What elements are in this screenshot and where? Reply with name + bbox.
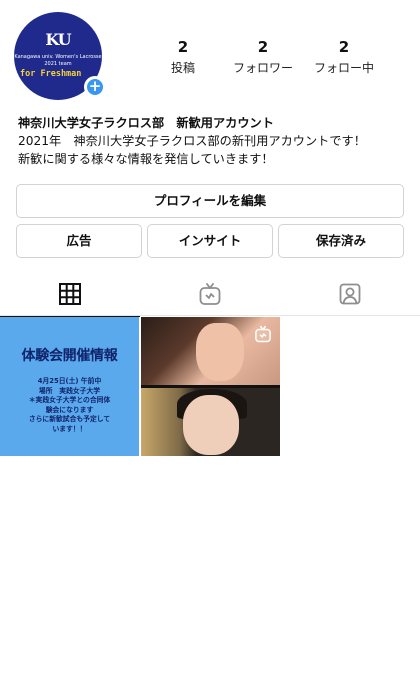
avatar-tagline: for Freshman (20, 69, 82, 79)
post-body-line: います！！ (52, 424, 87, 433)
post-title: 体験会開催情報 (21, 348, 118, 364)
tagged-icon (339, 283, 361, 305)
followers-count-value: 2 (257, 38, 269, 56)
bio-line-1: 2021年 神奈川大学女子ラクロス部の新刊用アカウントです！ (18, 134, 366, 148)
posts-count-label: 投稿 (170, 61, 195, 75)
posts-count-value: 2 (177, 38, 189, 56)
post-body: 4月25日(土) 午前中 場所 実践女子大学 ＊実践女子大学との合同体 験会にな… (0, 377, 139, 434)
bio-line-2: 新歓に関する様々な情報を発信していきます！ (18, 152, 274, 166)
followers-count[interactable]: 2 フォロワー (223, 38, 303, 76)
avatar-team-line: Kanagawa univ. Women's Lacrosse (14, 54, 102, 60)
saved-button[interactable]: 保存済み (278, 224, 404, 258)
edit-profile-button[interactable]: プロフィールを編集 (16, 184, 404, 218)
tab-tagged[interactable] (280, 272, 420, 316)
profile-tabs (0, 272, 420, 317)
ads-button[interactable]: 広告 (16, 224, 142, 258)
grid-icon (59, 283, 81, 305)
posts-count[interactable]: 2 投稿 (143, 38, 223, 76)
post-body-line: 場所 実践女子大学 (38, 386, 101, 395)
tab-posts-grid[interactable] (0, 272, 140, 317)
profile-avatar-container[interactable]: KU Kanagawa univ. Women's Lacrosse 2021 … (14, 12, 106, 100)
post-body-line: ＊実践女子大学との合同体 (28, 396, 111, 404)
following-count-value: 2 (338, 38, 350, 56)
insights-button[interactable]: インサイト (147, 224, 273, 258)
profile-bio: 神奈川大学女子ラクロス部 新歓用アカウント 2021年 神奈川大学女子ラクロス部… (18, 114, 408, 168)
igtv-badge-icon (255, 325, 271, 343)
post-body-line: 験会になります (45, 405, 94, 414)
post-tile-video[interactable] (141, 317, 280, 456)
followers-count-label: フォロワー (232, 61, 293, 75)
avatar-logo-text: KU (45, 30, 71, 49)
following-count-label: フォロー中 (313, 61, 374, 75)
video-person-face (183, 395, 239, 455)
post-body-line: さらに新歓試合も予定して (28, 415, 111, 423)
tab-igtv[interactable] (140, 272, 280, 316)
add-story-plus-icon[interactable]: + (84, 76, 106, 98)
igtv-icon (199, 283, 221, 305)
post-body-line: 4月25日(土) 午前中 (37, 377, 102, 385)
avatar-year-line: 2021 team (44, 61, 72, 67)
post-tile-event-info[interactable]: 体験会開催情報 4月25日(土) 午前中 場所 実践女子大学 ＊実践女子大学との… (0, 317, 139, 456)
following-count[interactable]: 2 フォロー中 (304, 38, 384, 76)
profile-name: 神奈川大学女子ラクロス部 新歓用アカウント (18, 116, 274, 130)
video-hand-image (196, 323, 244, 381)
